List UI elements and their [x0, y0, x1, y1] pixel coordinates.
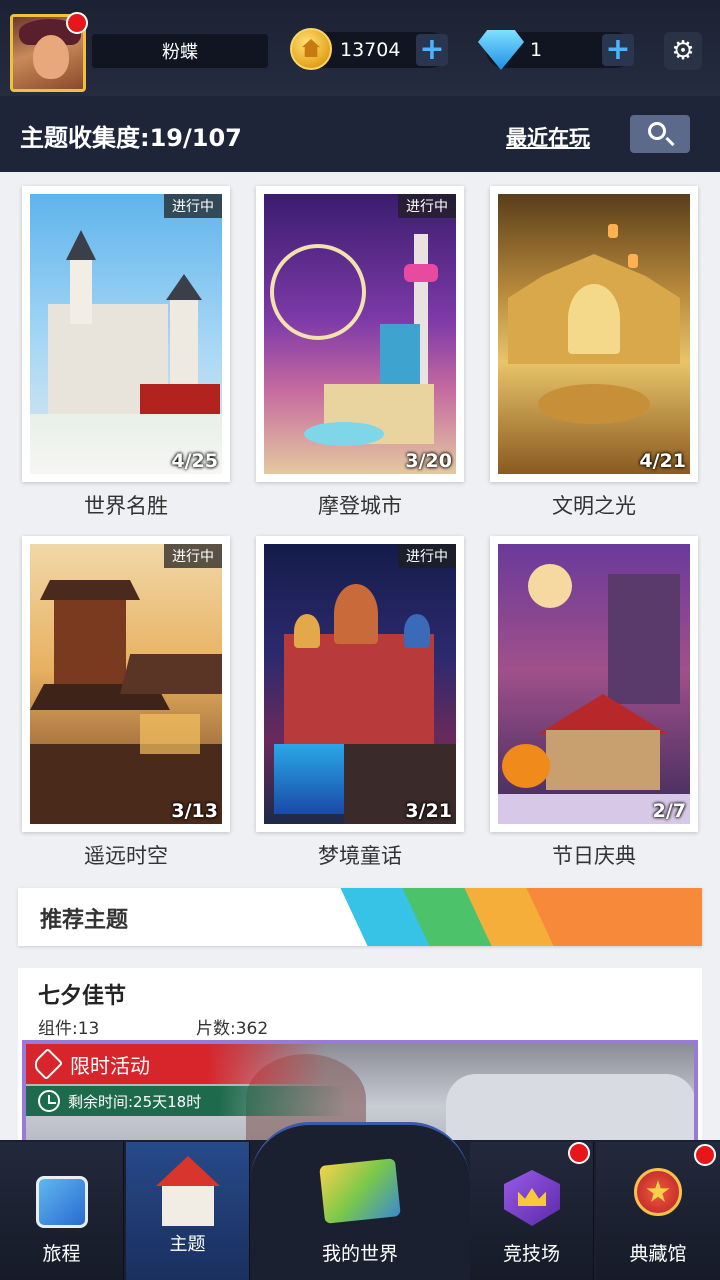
remaining-time-label: 剩余时间:25天18时: [68, 1092, 202, 1111]
clock-icon: [38, 1090, 60, 1112]
nav-label: 我的世界: [321, 1243, 398, 1265]
progress-count: 2/7: [652, 800, 686, 822]
remaining-time: 剩余时间:25天18时: [26, 1086, 346, 1116]
decor-stripe: [526, 888, 702, 946]
featured-theme-card[interactable]: 七夕佳节 组件:13 片数:362 限时活动 剩余时间:25天18时: [18, 968, 702, 1148]
theme-card-festival[interactable]: 2/7: [490, 536, 698, 832]
nav-themes[interactable]: 主题: [126, 1142, 250, 1280]
theme-card-dream-fairy-tale[interactable]: 进行中 3/21: [256, 536, 464, 832]
gear-icon: ⚙: [671, 36, 695, 66]
world-blocks-icon: [319, 1158, 401, 1224]
theme-card-modern-city[interactable]: 进行中 3/20: [256, 186, 464, 482]
theme-title: 文明之光: [552, 494, 636, 518]
theme-thumbnail: 4/21: [498, 194, 690, 474]
parts-count: 组件:13: [38, 1019, 100, 1039]
theme-title: 摩登城市: [318, 494, 402, 518]
avatar-face: [33, 35, 69, 79]
theme-title: 遥远时空: [84, 844, 168, 868]
theme-card-civilization[interactable]: 4/21: [490, 186, 698, 482]
coin-icon: [290, 28, 332, 70]
add-gems-button[interactable]: +: [602, 34, 634, 66]
user-name: 粉蝶: [92, 34, 268, 68]
progress-count: 3/13: [171, 800, 218, 822]
status-badge: 进行中: [398, 544, 456, 568]
notification-dot: [694, 1144, 716, 1166]
pieces-count: 片数:362: [196, 1019, 269, 1039]
search-icon: [648, 122, 666, 140]
search-button[interactable]: [630, 115, 690, 153]
theme-thumbnail: 进行中 3/13: [30, 544, 222, 824]
theme-thumbnail: 进行中 3/20: [264, 194, 456, 474]
theme-thumbnail: 进行中 4/25: [30, 194, 222, 474]
add-coins-button[interactable]: +: [416, 34, 448, 66]
camera-icon: [36, 1176, 88, 1228]
theme-title: 世界名胜: [84, 494, 168, 518]
progress-count: 3/21: [405, 800, 452, 822]
progress-count: 3/20: [405, 450, 452, 472]
recent-playing-link[interactable]: 最近在玩: [506, 122, 590, 152]
progress-count: 4/21: [639, 450, 686, 472]
nav-label: 主题: [169, 1234, 206, 1255]
house-icon: [156, 1156, 220, 1186]
nav-label: 旅程: [42, 1243, 81, 1265]
nav-label: 竞技场: [502, 1243, 560, 1265]
status-badge: 进行中: [164, 194, 222, 218]
settings-button[interactable]: ⚙: [664, 32, 702, 70]
notification-dot: [66, 12, 88, 34]
collection-progress: 主题收集度:19/107: [20, 124, 242, 152]
recommended-section-header: 推荐主题: [18, 888, 702, 946]
status-badge: 进行中: [164, 544, 222, 568]
gem-value: 1: [530, 39, 543, 61]
tag-icon: [30, 1047, 64, 1081]
section-title: 推荐主题: [40, 908, 129, 933]
status-badge: 进行中: [398, 194, 456, 218]
theme-card-world-sights[interactable]: 进行中 4/25: [22, 186, 230, 482]
progress-count: 4/25: [171, 450, 218, 472]
theme-title: 梦境童话: [318, 844, 402, 868]
featured-theme-name: 七夕佳节: [38, 984, 127, 1009]
theme-card-distant-time[interactable]: 进行中 3/13: [22, 536, 230, 832]
theme-thumbnail: 2/7: [498, 544, 690, 824]
limited-event-label: 限时活动: [70, 1053, 150, 1078]
coin-value: 13704: [340, 39, 401, 61]
notification-dot: [568, 1142, 590, 1164]
theme-thumbnail: 进行中 3/21: [264, 544, 456, 824]
collection-header: 主题收集度:19/107 最近在玩: [0, 96, 720, 172]
nav-my-world[interactable]: 我的世界: [252, 1142, 468, 1280]
nav-label: 典藏馆: [629, 1243, 687, 1265]
limited-event-tag: 限时活动: [26, 1044, 326, 1084]
nav-journey[interactable]: 旅程: [0, 1142, 124, 1280]
theme-title: 节日庆典: [552, 844, 636, 868]
